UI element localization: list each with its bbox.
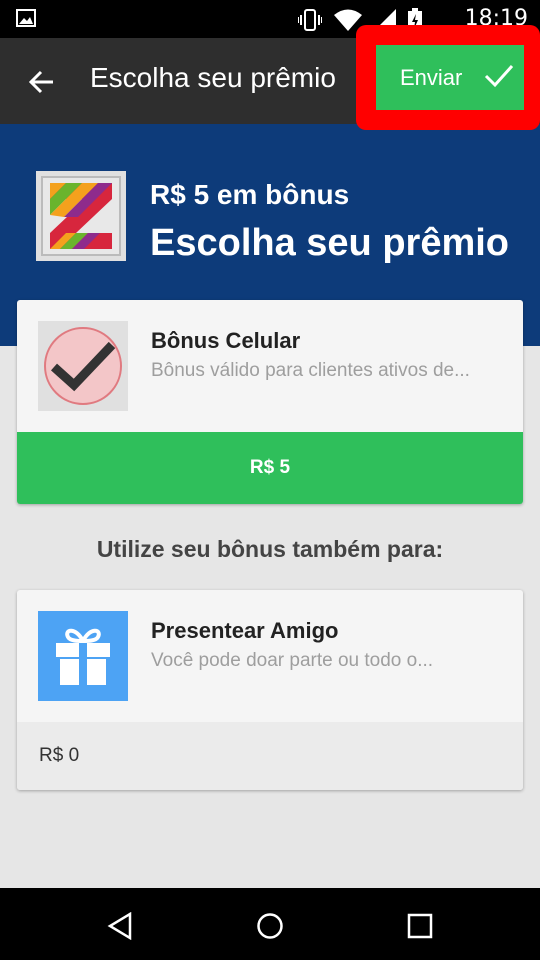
nav-recents-button[interactable] [398, 904, 442, 948]
page-title: Escolha seu prêmio [90, 62, 336, 93]
bonus-amount-text: R$ 5 em bônus [150, 179, 350, 210]
option-card-gift-friend[interactable]: Presentear Amigo Você pode doar parte ou… [17, 590, 523, 790]
triangle-back-icon [107, 912, 132, 940]
check-icon [484, 64, 514, 88]
reward-card-phone-bonus[interactable]: Bônus Celular Bônus válido para clientes… [17, 300, 523, 504]
gallery-icon [16, 9, 36, 27]
send-button[interactable]: Enviar [376, 45, 524, 110]
claro-check-icon [38, 321, 128, 411]
arrow-back-icon [29, 70, 53, 94]
option-description: Você pode doar parte ou todo o... [151, 650, 434, 671]
navigation-bar [0, 888, 540, 960]
nav-back-button[interactable] [98, 904, 142, 948]
hero-title: Escolha seu prêmio [150, 222, 510, 264]
app-logo [36, 171, 126, 261]
circle-home-icon [257, 913, 283, 939]
option-value: R$ 0 [17, 722, 523, 790]
vibrate-icon [298, 9, 322, 31]
send-button-label: Enviar [400, 64, 463, 90]
nav-home-button[interactable] [248, 904, 292, 948]
section-title: Utilize seu bônus também para: [96, 536, 444, 562]
option-name: Presentear Amigo [151, 618, 339, 643]
reward-name: Bônus Celular [151, 328, 301, 353]
reward-description: Bônus válido para clientes ativos de... [151, 360, 470, 381]
zig-logo-icon [41, 176, 121, 256]
reward-value-button[interactable]: R$ 5 [17, 432, 523, 504]
back-button[interactable] [20, 60, 64, 104]
square-recents-icon [407, 913, 433, 939]
gift-icon [38, 611, 128, 701]
